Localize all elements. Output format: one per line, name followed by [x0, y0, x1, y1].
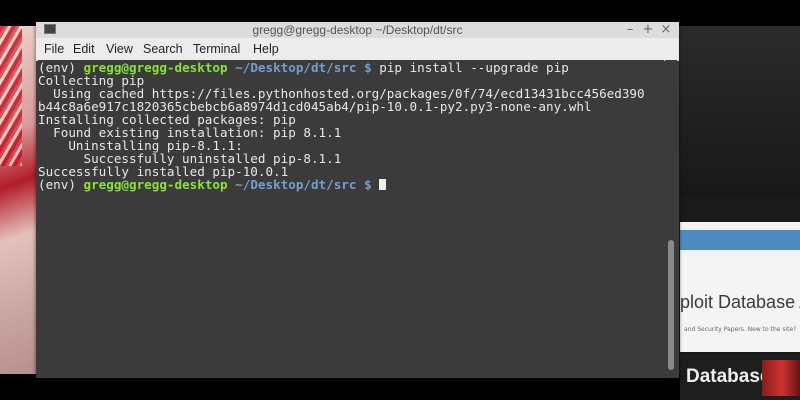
menu-search[interactable]: Search	[143, 42, 183, 56]
background-dark-area	[678, 26, 800, 196]
desktop-wallpaper-left	[0, 26, 40, 374]
menu-help[interactable]: Help	[253, 42, 279, 56]
text-cursor	[379, 179, 387, 190]
menu-edit[interactable]: Edit	[73, 42, 95, 56]
maximize-button[interactable]: +	[638, 22, 658, 38]
background-web-page: ploit Database Ar and Security Papers. N…	[680, 222, 800, 352]
current-prompt-line[interactable]: (env) gregg@gregg-desktop ~/Desktop/dt/s…	[38, 178, 664, 191]
menu-file[interactable]: File	[44, 42, 64, 56]
vertical-scrollbar[interactable]	[665, 60, 677, 376]
background-browser-window: ploit Database Ar and Security Papers. N…	[678, 26, 800, 400]
terminal-output[interactable]: (env) gregg@gregg-desktop ~/Desktop/dt/s…	[38, 60, 664, 377]
background-site-tagline: and Security Papers. New to the site?	[684, 326, 797, 333]
window-title: gregg@gregg-desktop ~/Desktop/dt/src	[252, 23, 463, 37]
close-button[interactable]: ×	[656, 22, 676, 38]
prompt-path: ~/Desktop/dt/src	[235, 60, 357, 75]
prompt-path: ~/Desktop/dt/src	[235, 177, 357, 192]
prompt-symbol: $	[356, 177, 380, 192]
menu-view[interactable]: View	[106, 42, 133, 56]
terminal-window: gregg@gregg-desktop ~/Desktop/dt/src – +…	[36, 22, 679, 378]
prompt-symbol: $	[356, 60, 380, 75]
menu-terminal[interactable]: Terminal	[193, 42, 240, 56]
menu-bar: File Edit View Search Terminal Help	[36, 38, 679, 61]
scrollbar-thumb[interactable]	[668, 240, 674, 370]
background-logo-image	[762, 360, 800, 396]
background-database-label: Database	[686, 366, 771, 387]
minimize-button[interactable]: –	[620, 22, 640, 38]
background-database-banner: Database	[680, 354, 800, 400]
title-bar[interactable]: gregg@gregg-desktop ~/Desktop/dt/src – +…	[36, 22, 679, 38]
background-site-title: ploit Database Ar	[680, 292, 800, 312]
background-page-header	[680, 230, 800, 250]
prompt-env: (env)	[38, 177, 84, 192]
prompt-user-host: gregg@gregg-desktop	[83, 177, 228, 192]
command-text: pip install --upgrade pip	[379, 60, 569, 75]
